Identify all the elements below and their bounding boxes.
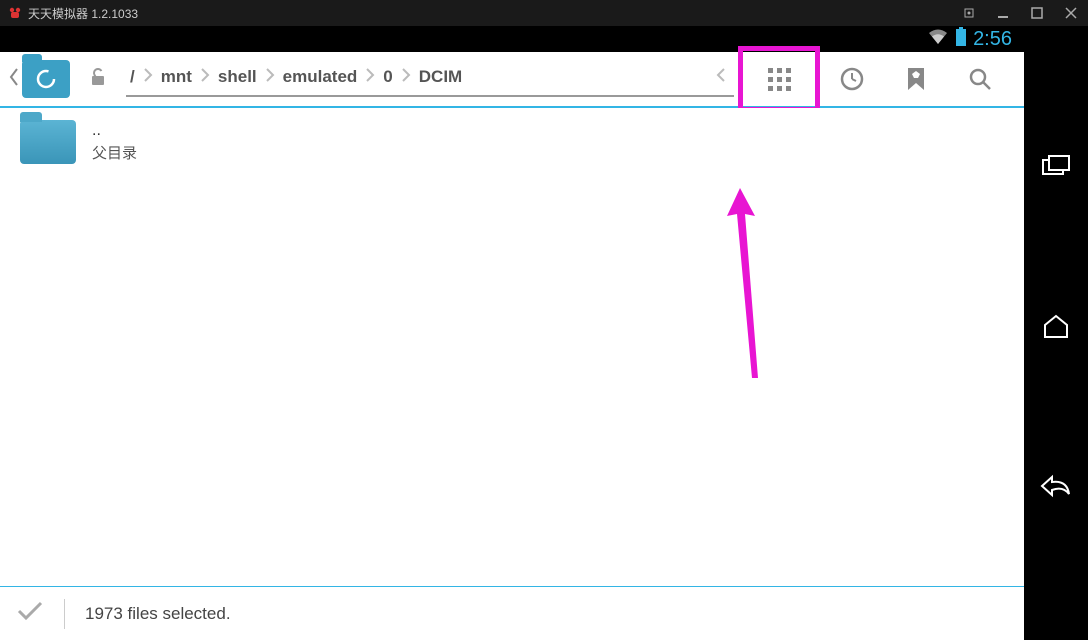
breadcrumb-emulated[interactable]: emulated xyxy=(279,67,362,87)
grid-icon xyxy=(768,68,791,91)
window-minimize-button[interactable] xyxy=(994,4,1012,22)
status-footer: 1973 files selected. xyxy=(0,586,1024,640)
breadcrumb: / mnt shell emulated xyxy=(126,61,734,97)
chevron-right-icon xyxy=(200,67,210,88)
file-list: .. 父目录 xyxy=(0,108,1024,586)
recent-apps-icon xyxy=(1041,154,1071,178)
bookmarks-button[interactable] xyxy=(896,59,936,99)
divider xyxy=(64,599,65,629)
home-icon xyxy=(1041,313,1071,339)
breadcrumb-shell[interactable]: shell xyxy=(214,67,261,87)
home-button[interactable] xyxy=(8,60,70,98)
window-close-button[interactable] xyxy=(1062,4,1080,22)
window-title: 天天模拟器 1.2.1033 xyxy=(28,5,138,22)
app-toolbar: / mnt shell emulated xyxy=(0,52,1024,108)
bookmark-icon xyxy=(905,66,927,92)
selection-status: 1973 files selected. xyxy=(85,604,231,624)
home-folder-icon xyxy=(22,60,70,98)
folder-icon xyxy=(20,120,76,164)
chevron-right-icon xyxy=(401,67,411,88)
window-settings-button[interactable] xyxy=(960,4,978,22)
back-icon xyxy=(1039,474,1073,498)
nav-home-button[interactable] xyxy=(1036,306,1076,346)
annotation-highlight xyxy=(738,46,820,112)
nav-recent-button[interactable] xyxy=(1036,146,1076,186)
chevron-left-icon xyxy=(8,67,20,92)
window-titlebar: 天天模拟器 1.2.1033 xyxy=(0,0,1088,26)
unlock-icon[interactable] xyxy=(86,65,110,94)
breadcrumb-root[interactable]: / xyxy=(126,67,139,87)
file-sublabel: 父目录 xyxy=(92,142,137,163)
view-grid-button[interactable] xyxy=(759,59,799,99)
clock-icon xyxy=(839,66,865,92)
breadcrumb-dcim[interactable]: DCIM xyxy=(415,67,466,87)
window-maximize-button[interactable] xyxy=(1028,4,1046,22)
search-icon xyxy=(967,66,993,92)
chevron-right-icon xyxy=(365,67,375,88)
breadcrumb-scroll-left[interactable] xyxy=(716,67,726,88)
search-button[interactable] xyxy=(960,59,1000,99)
annotation-arrow xyxy=(720,188,780,388)
breadcrumb-0[interactable]: 0 xyxy=(379,67,396,87)
parent-directory-item[interactable]: .. 父目录 xyxy=(0,108,1024,176)
file-name: .. xyxy=(92,122,137,140)
app-logo-icon xyxy=(8,6,22,20)
nav-back-button[interactable] xyxy=(1036,466,1076,506)
breadcrumb-mnt[interactable]: mnt xyxy=(157,67,196,87)
check-icon xyxy=(16,600,44,627)
chevron-right-icon xyxy=(265,67,275,88)
chevron-right-icon xyxy=(143,67,153,88)
android-nav-bar xyxy=(1024,26,1088,640)
history-button[interactable] xyxy=(832,59,872,99)
